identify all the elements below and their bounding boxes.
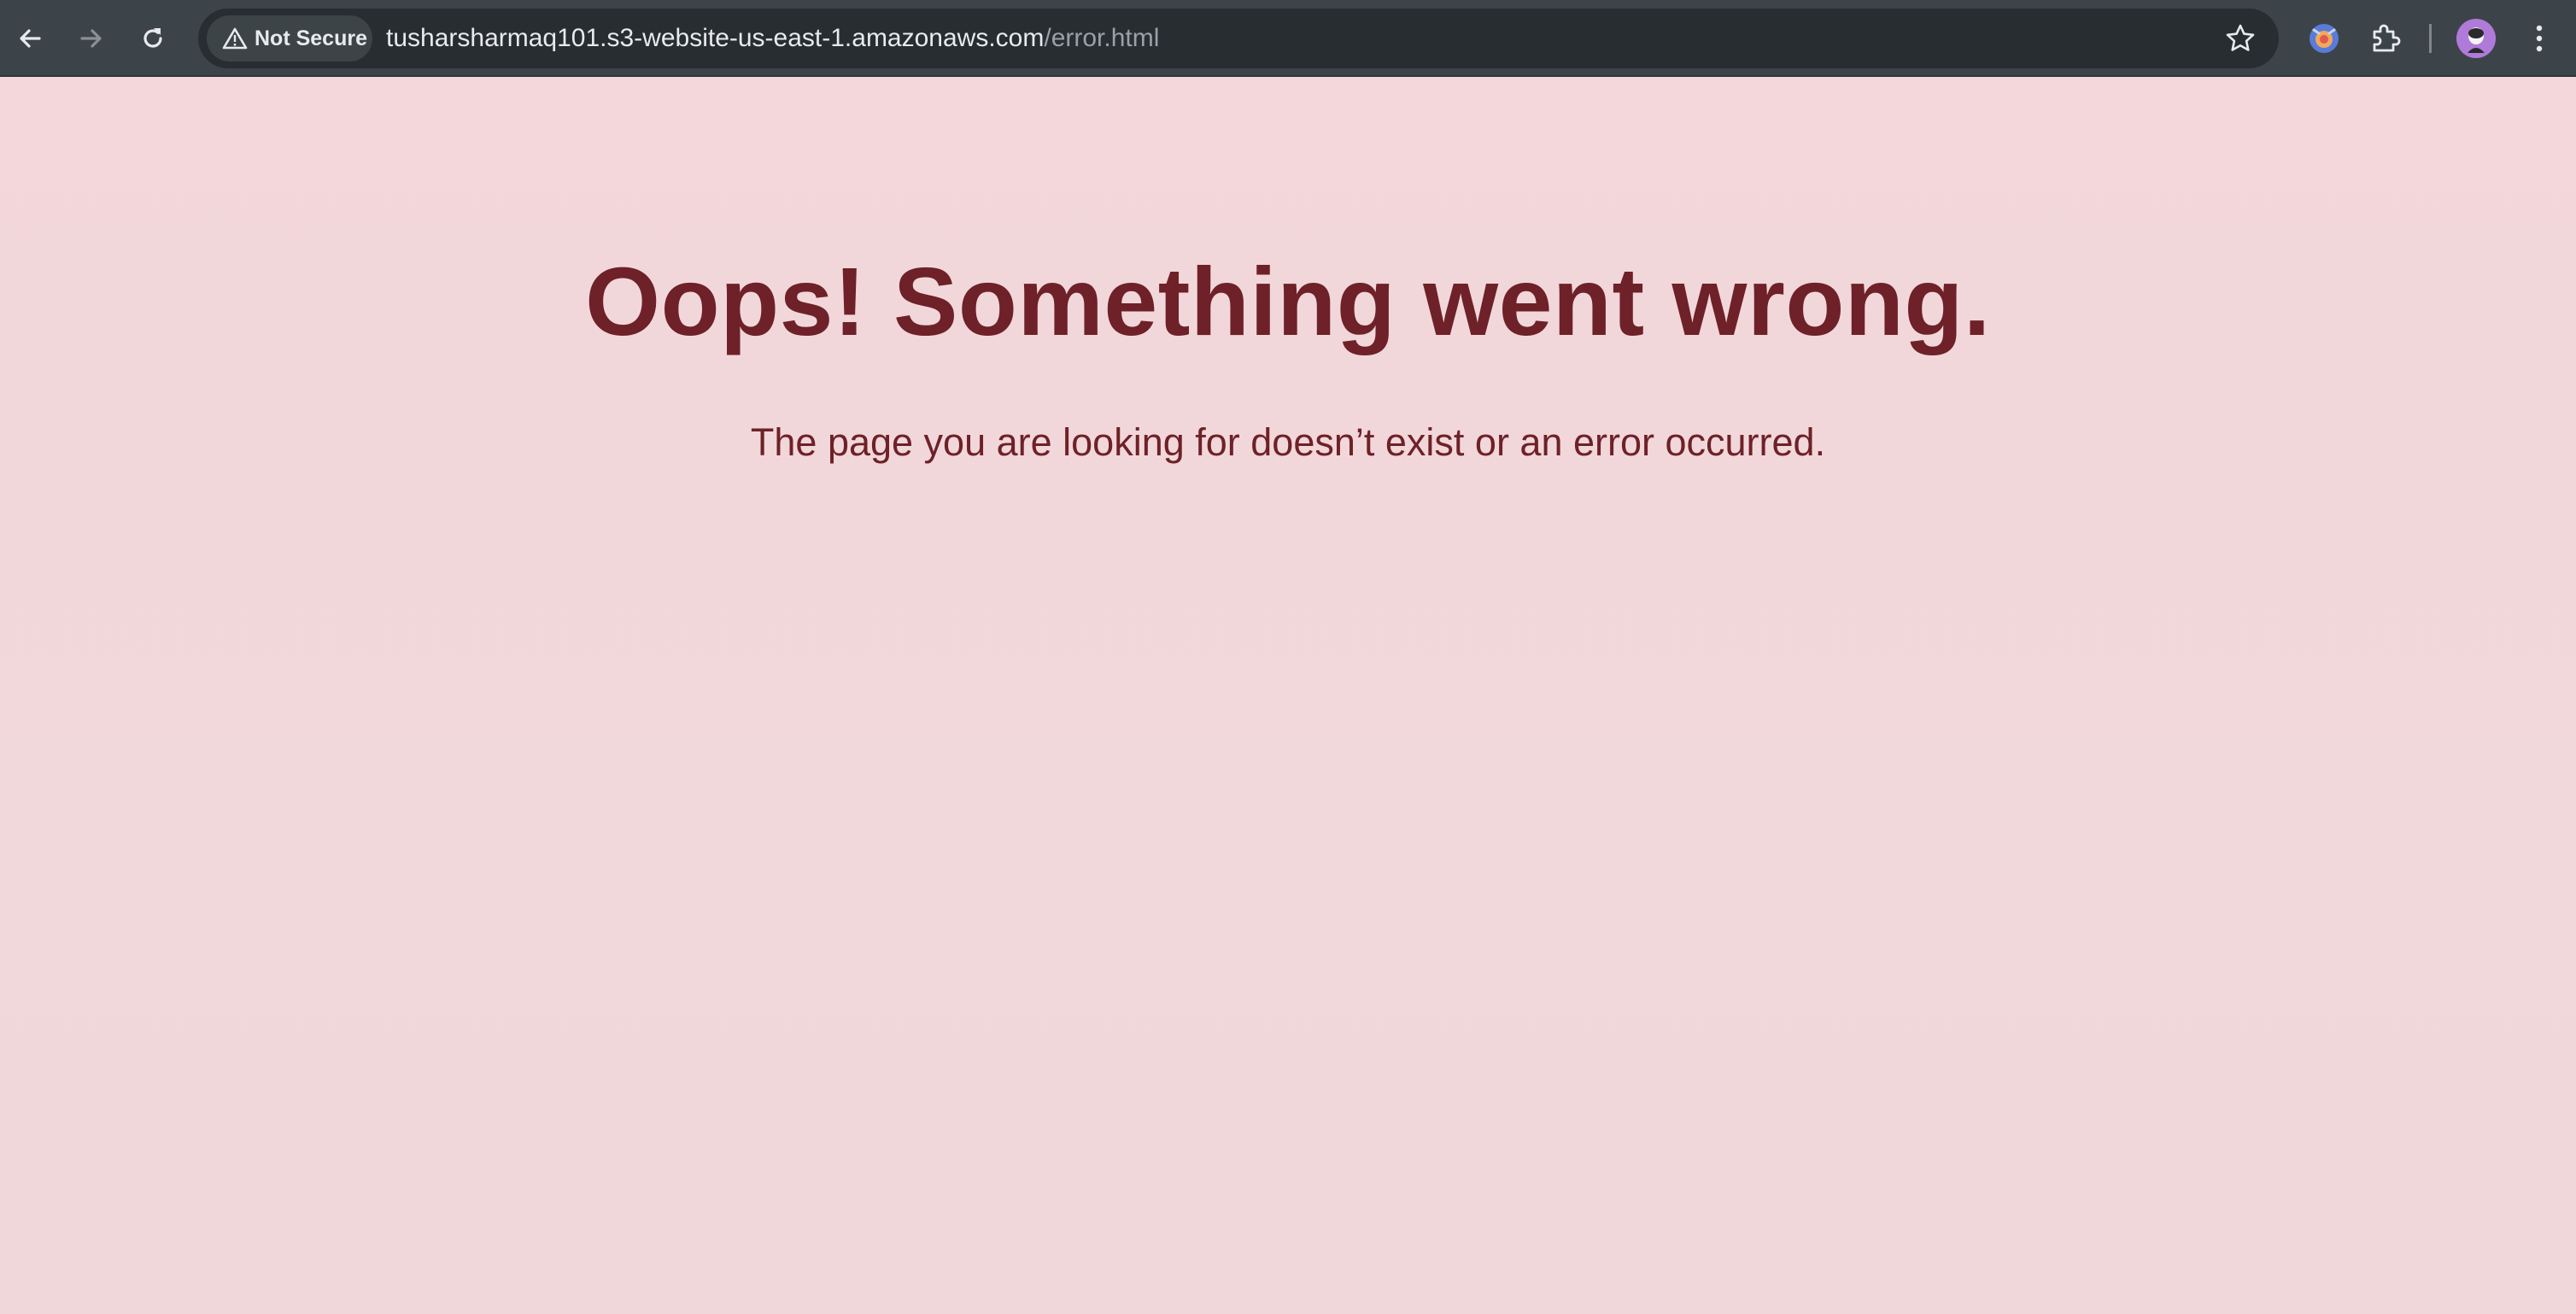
back-button[interactable] <box>7 15 53 62</box>
error-message: The page you are looking for doesn’t exi… <box>750 420 1826 464</box>
avatar[interactable] <box>2456 19 2496 58</box>
arrow-left-icon <box>20 29 41 48</box>
extension-app-icon <box>2310 24 2339 53</box>
security-label: Not Secure <box>255 26 367 50</box>
url-host: tusharsharmaq101.s3-website-us-east-1.am… <box>386 24 1045 52</box>
toolbar-separator <box>2429 24 2432 53</box>
error-heading: Oops! Something went wrong. <box>585 248 1991 355</box>
url-text[interactable]: tusharsharmaq101.s3-website-us-east-1.am… <box>386 9 1159 68</box>
reload-icon <box>143 28 162 48</box>
browser-toolbar: Not Secure tusharsharmaq101.s3-website-u… <box>0 0 2576 77</box>
menu-button[interactable] <box>2518 17 2561 60</box>
reload-button[interactable] <box>130 15 176 62</box>
extension-app-button[interactable] <box>2303 17 2345 60</box>
warning-triangle-icon <box>222 26 248 51</box>
star-icon <box>2226 24 2255 51</box>
profile-picture-icon <box>2456 19 2496 58</box>
address-bar[interactable]: Not Secure tusharsharmaq101.s3-website-u… <box>198 9 2279 68</box>
puzzle-piece-icon <box>2373 24 2401 52</box>
kebab-menu-icon <box>2536 25 2543 52</box>
extensions-button[interactable] <box>2364 17 2407 60</box>
security-chip[interactable]: Not Secure <box>207 15 372 62</box>
arrow-right-icon <box>80 29 102 48</box>
bookmark-button[interactable] <box>2222 21 2258 56</box>
forward-button[interactable] <box>68 15 114 62</box>
url-path: /error.html <box>1044 24 1160 52</box>
page-content: Oops! Something went wrong. The page you… <box>0 77 2576 1314</box>
